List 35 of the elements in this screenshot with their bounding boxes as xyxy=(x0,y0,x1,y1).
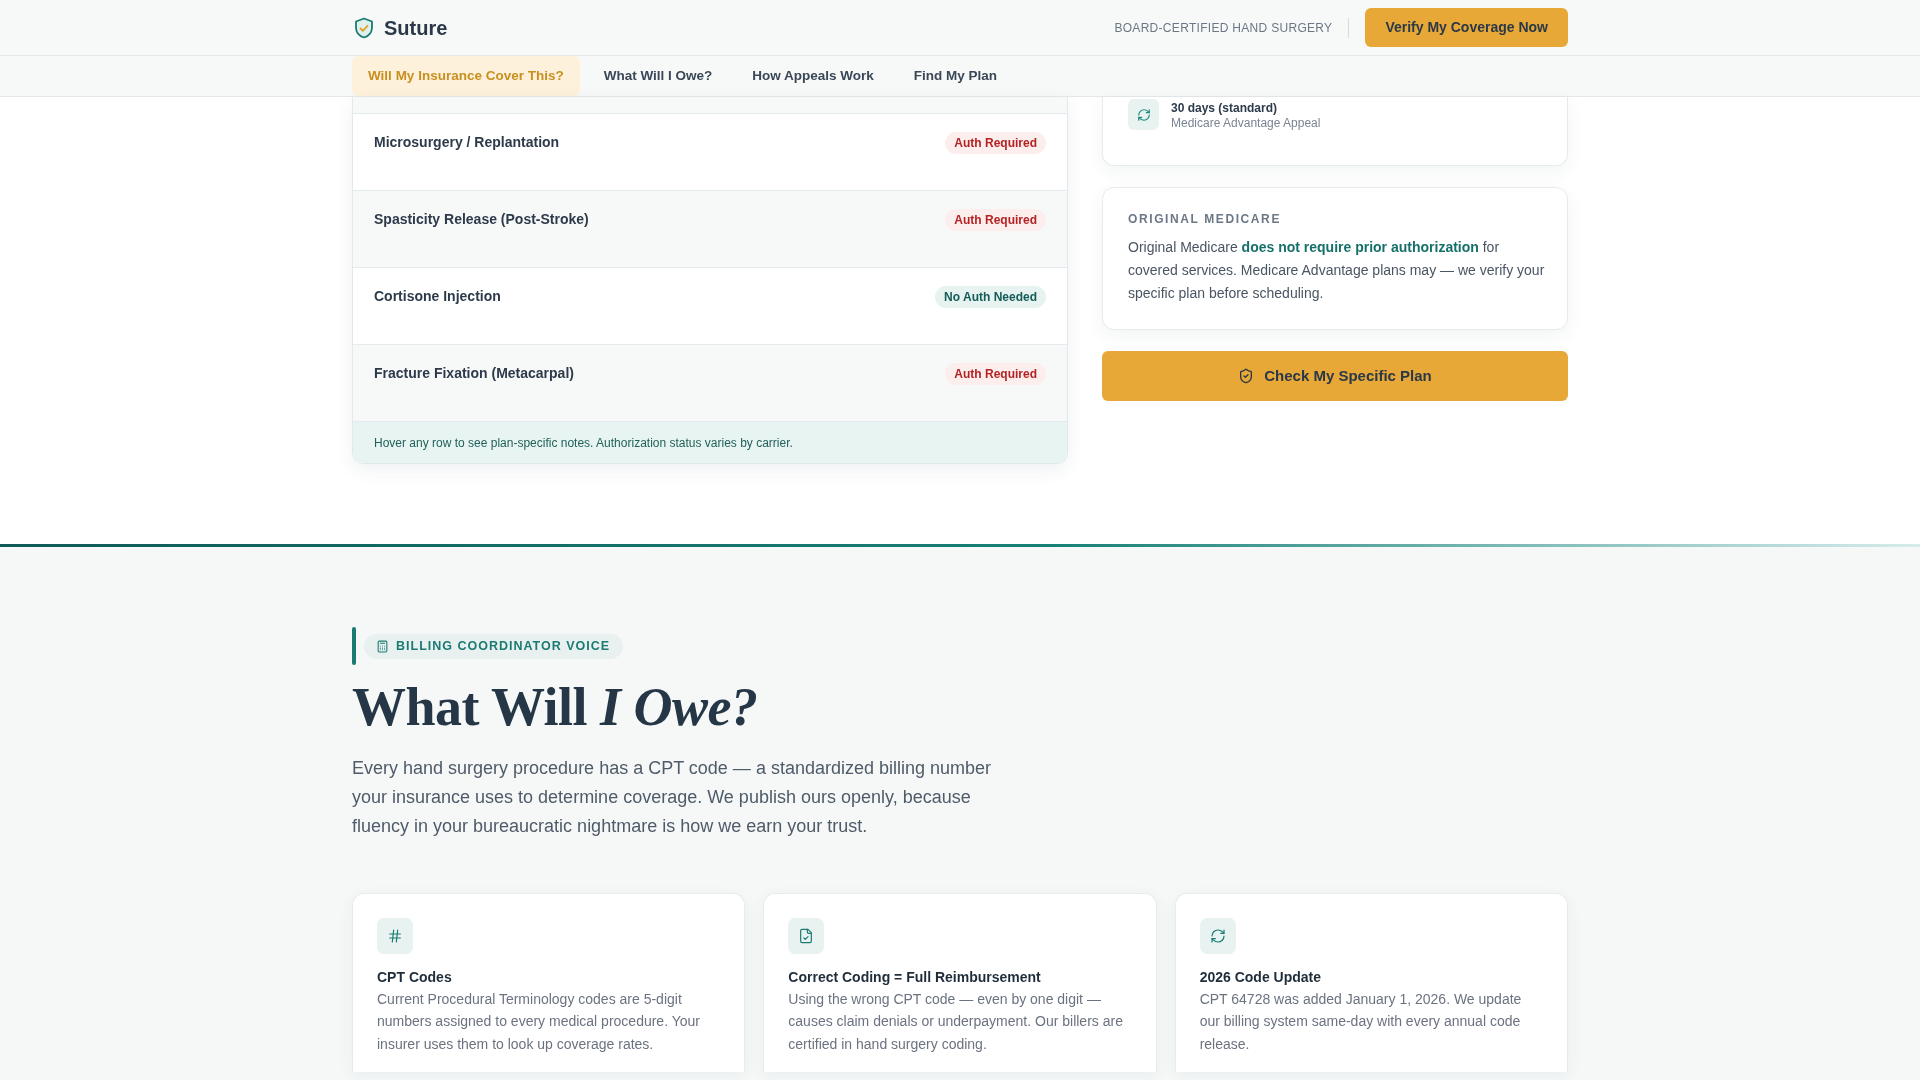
nav-tab[interactable]: What Will I Owe? xyxy=(587,55,729,97)
card-title: CPT Codes xyxy=(377,967,453,986)
verify-coverage-button[interactable]: Verify My Coverage Now xyxy=(1365,8,1568,47)
check-plan-button[interactable]: Check My Specific Plan xyxy=(1102,351,1568,401)
procedure-name: Microsurgery / Replantation xyxy=(374,133,560,151)
appeal-type: Medicare Advantage Appeal xyxy=(1171,116,1321,131)
card-title: ORIGINAL MEDICARE xyxy=(1128,212,1282,227)
section-eyebrow: BILLING COORDINATOR VOICE xyxy=(364,633,624,659)
nav-tab[interactable]: How Appeals Work xyxy=(736,55,890,97)
calculator-icon xyxy=(376,639,389,653)
brand-name[interactable]: Suture xyxy=(384,12,448,43)
document-check-icon xyxy=(788,917,825,954)
procedure-name: Cortisone Injection xyxy=(374,287,501,305)
nav-tab[interactable]: Find My Plan xyxy=(897,55,1014,97)
shield-check-icon xyxy=(1238,368,1255,384)
card-text: Using the wrong CPT code — even by one digit — causes claim denials or underpayment. Our billers are certified in hand surgery coding. xyxy=(788,989,1124,1054)
auth-status-tag: Auth Required xyxy=(945,209,1046,231)
shield-logo-icon xyxy=(352,15,376,40)
card-title: Correct Coding = Full Reimbursement xyxy=(788,967,1042,986)
hash-icon xyxy=(377,917,413,954)
card-text: Current Procedural Terminology codes are 5-digit numbers assigned to every medical procedure. Your insurer uses them to look up coverage rates. xyxy=(377,989,701,1054)
procedure-name: Spasticity Release (Post-Stroke) xyxy=(374,210,589,228)
refresh-icon xyxy=(1199,917,1236,954)
auth-status-tag: Auth Required xyxy=(945,132,1046,154)
procedure-name: Fracture Fixation (Metacarpal) xyxy=(374,364,574,382)
section-intro: Every hand surgery procedure has a CPT code — a standardized billing number your insurance uses to determine coverage. We publish ours openly, because fluency in your bureaucratic nightmare is how we earn your trust. xyxy=(352,756,993,838)
appeal-duration: 30 days (standard) xyxy=(1171,101,1279,116)
section-heading: What Will I Owe? xyxy=(352,676,759,739)
table-footnote: Hover any row to see plan-specific notes. Authorization status varies by carrier. xyxy=(353,422,1067,463)
auth-status-tag: No Auth Needed xyxy=(935,286,1046,308)
card-text: Original Medicare does not require prior authorization for covered services. Medicare Advantage plans may — we verify your specific plan before scheduling. xyxy=(1128,238,1546,303)
header-tagline: BOARD-CERTIFIED HAND SURGERY xyxy=(1114,19,1333,37)
card-title: 2026 Code Update xyxy=(1199,967,1323,986)
card-text: CPT 64728 was added January 1, 2026. We update our billing system same-day with every annual code release. xyxy=(1199,989,1523,1054)
auth-status-tag: Auth Required xyxy=(945,363,1046,385)
